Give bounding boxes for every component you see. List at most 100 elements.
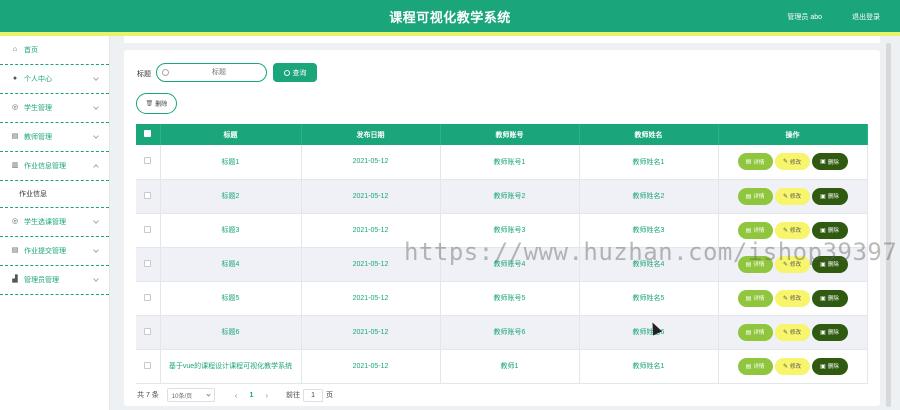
sidebar-item-homework-mgmt[interactable]: ▥ 作业信息管理 xyxy=(0,152,109,181)
detail-button-label: 详情 xyxy=(753,330,765,336)
scrollbar[interactable] xyxy=(886,43,891,407)
select-all-checkbox[interactable] xyxy=(144,130,152,137)
edit-button[interactable]: ✎ 修改 xyxy=(774,187,810,205)
cell-account: 教师账号2 xyxy=(440,179,580,214)
cell-name: 教师姓名1 xyxy=(579,349,719,384)
column-header-title[interactable]: 标题 xyxy=(160,124,302,145)
chevron-down-icon xyxy=(93,276,99,282)
cell-name: 教师姓名5 xyxy=(579,281,719,316)
cell-title: 基于vue的课程设计课程可视化教学系统 xyxy=(160,349,302,384)
cell-date: 2021-05-12 xyxy=(301,281,441,316)
sidebar-item-admins[interactable]: ▟ 管理员管理 xyxy=(0,266,109,295)
detail-button[interactable]: ▤ 详情 xyxy=(737,221,773,239)
total-count: 共 7 条 xyxy=(137,392,159,399)
chevron-down-icon xyxy=(206,391,211,397)
bank-icon: ▥ xyxy=(11,162,19,169)
delete-button[interactable]: ▣ 删除 xyxy=(811,323,848,341)
document-icon: ▤ xyxy=(745,159,752,166)
row-checkbox[interactable] xyxy=(144,293,152,301)
cell-actions: ▤ 详情 ✎ 修改 ▣ 删除 xyxy=(718,179,868,214)
edit-button[interactable]: ✎ 修改 xyxy=(774,323,810,341)
next-page-button[interactable]: › xyxy=(265,391,268,400)
column-header-account[interactable]: 教师账号 xyxy=(440,124,580,145)
sidebar-item-profile[interactable]: ● 个人中心 xyxy=(0,65,109,94)
edit-button[interactable]: ✎ 修改 xyxy=(774,153,810,171)
goto-page-input[interactable]: 1 xyxy=(303,388,324,402)
page-number[interactable]: 1 xyxy=(249,392,253,399)
sidebar-subitem-homework-info[interactable]: 作业信息 xyxy=(0,181,109,208)
detail-button[interactable]: ▤ 详情 xyxy=(737,289,773,307)
row-checkbox-cell xyxy=(136,281,161,316)
document-icon: ▤ xyxy=(745,329,752,336)
sidebar-item-course-selection[interactable]: ◎ 学生选课管理 xyxy=(0,208,109,237)
sidebar-item-label: 首页 xyxy=(24,47,38,54)
cell-date: 2021-05-12 xyxy=(301,349,441,384)
table-row: 标题2 2021-05-12 教师账号2 教师姓名2 ▤ 详情 ✎ 修改 ▣ 删除 xyxy=(136,179,868,214)
trash-icon: ▣ xyxy=(820,193,826,200)
prev-page-button[interactable]: ‹ xyxy=(235,391,238,400)
delete-button[interactable]: ▣ 删除 xyxy=(811,153,848,171)
row-checkbox[interactable] xyxy=(144,327,152,335)
cell-actions: ▤ 详情 ✎ 修改 ▣ 删除 xyxy=(718,349,868,384)
search-field[interactable] xyxy=(156,63,267,82)
column-header-date[interactable]: 发布日期 xyxy=(301,124,441,145)
pencil-icon: ✎ xyxy=(782,193,788,200)
pencil-icon: ✎ xyxy=(782,159,788,166)
delete-button[interactable]: ▣ 删除 xyxy=(811,221,848,239)
sidebar-item-submissions[interactable]: ▤ 作业提交管理 xyxy=(0,237,109,266)
edit-button[interactable]: ✎ 修改 xyxy=(774,289,810,307)
column-header-actions: 操作 xyxy=(718,124,868,145)
cell-date: 2021-05-12 xyxy=(301,179,441,214)
user-icon: ● xyxy=(12,75,18,82)
row-checkbox[interactable] xyxy=(144,259,152,267)
edit-button-label: 修改 xyxy=(790,159,802,166)
chevron-down-icon xyxy=(93,75,99,81)
chevron-down-icon xyxy=(93,133,99,139)
search-icon xyxy=(283,69,290,76)
column-header-name[interactable]: 教师姓名 xyxy=(579,124,719,145)
detail-button[interactable]: ▤ 详情 xyxy=(737,323,773,341)
row-checkbox[interactable] xyxy=(144,225,152,233)
cell-date: 2021-05-12 xyxy=(301,315,441,350)
page-size-select[interactable]: 10条/页 xyxy=(166,388,215,402)
row-checkbox[interactable] xyxy=(144,361,152,369)
delete-button-label: 删除 xyxy=(827,296,839,302)
sidebar-item-label: 学生选课管理 xyxy=(24,219,66,226)
query-button-label: 查询 xyxy=(292,69,307,77)
row-checkbox-cell xyxy=(136,179,161,214)
bulk-delete-button[interactable]: 🗑 删除 xyxy=(136,93,177,114)
delete-button[interactable]: ▣ 删除 xyxy=(811,357,848,375)
detail-button[interactable]: ▤ 详情 xyxy=(737,187,773,205)
breadcrumb xyxy=(124,36,880,43)
cell-actions: ▤ 详情 ✎ 修改 ▣ 删除 xyxy=(718,281,868,316)
detail-button-label: 详情 xyxy=(753,159,765,166)
cell-title: 标题2 xyxy=(160,179,302,214)
chevron-down-icon xyxy=(93,218,99,224)
top-bar: 课程可视化教学系统 管理员 abo 退出登录 xyxy=(0,0,900,32)
logout-link[interactable]: 退出登录 xyxy=(852,12,880,22)
cell-title: 标题1 xyxy=(160,145,302,180)
query-button[interactable]: 查询 xyxy=(273,63,317,82)
search-icon xyxy=(162,69,169,76)
select-all-cell xyxy=(136,124,161,145)
delete-button[interactable]: ▣ 删除 xyxy=(811,289,848,307)
detail-button[interactable]: ▤ 详情 xyxy=(737,153,773,171)
chevron-down-icon xyxy=(93,247,99,253)
cell-account: 教师1 xyxy=(440,349,580,384)
sidebar-item-home[interactable]: ⌂ 首页 xyxy=(0,36,109,65)
detail-button[interactable]: ▤ 详情 xyxy=(737,357,773,375)
cell-name: 教师姓名6 xyxy=(579,315,719,350)
row-checkbox[interactable] xyxy=(144,157,152,165)
pencil-icon: ✎ xyxy=(782,329,788,336)
search-input[interactable] xyxy=(175,66,263,79)
edit-button[interactable]: ✎ 修改 xyxy=(774,357,810,375)
detail-button-label: 详情 xyxy=(753,364,765,370)
row-checkbox[interactable] xyxy=(144,191,152,199)
trash-icon: ▣ xyxy=(820,295,826,302)
delete-button[interactable]: ▣ 删除 xyxy=(811,187,848,205)
document-icon: ▤ xyxy=(11,247,19,254)
sidebar-item-teachers[interactable]: ▤ 教师管理 xyxy=(0,123,109,152)
chevron-down-icon xyxy=(93,104,99,110)
sidebar-item-students[interactable]: ◎ 学生管理 xyxy=(0,94,109,123)
edit-button[interactable]: ✎ 修改 xyxy=(774,221,810,239)
